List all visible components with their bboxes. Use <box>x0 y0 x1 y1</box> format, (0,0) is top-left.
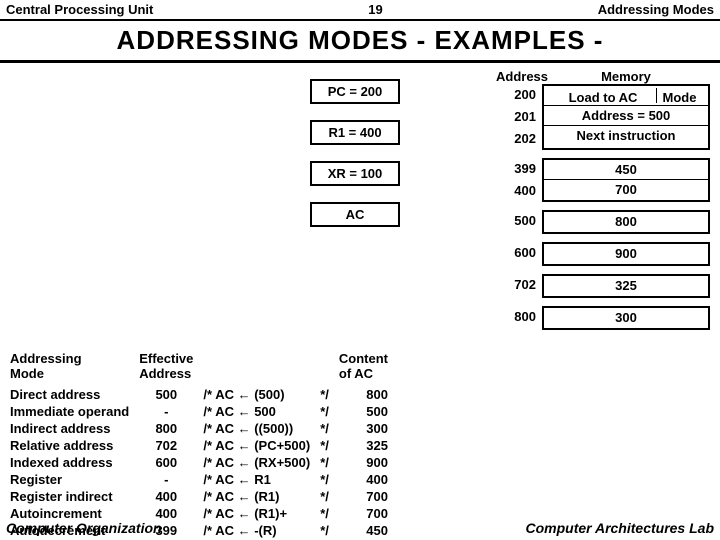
cell-calc: /* AC ← R1 <box>203 472 318 487</box>
cell-mode: Immediate operand <box>10 404 137 419</box>
pc-register: PC = 200 <box>310 79 400 104</box>
cell-content: 900 <box>339 455 396 470</box>
memory-cell: Load to ACMode <box>544 86 708 106</box>
cell-mode: Indexed address <box>10 455 137 470</box>
memory-cell: 325 <box>544 276 708 296</box>
slide-title: ADDRESSING MODES - EXAMPLES - <box>0 25 720 56</box>
cell-calc: /* AC ← 500 <box>203 404 318 419</box>
cell-end: */ <box>320 387 337 402</box>
memory-cell: Next instruction <box>544 126 708 146</box>
slide-header: Central Processing Unit 19 Addressing Mo… <box>0 0 720 17</box>
cell-end: */ <box>320 455 337 470</box>
table-row: Indirect address800/* AC ← ((500))*/300 <box>10 421 396 436</box>
header-right: Addressing Modes <box>598 2 714 17</box>
cell-content: 300 <box>339 421 396 436</box>
cell-eff: 800 <box>139 421 201 436</box>
slide-body: PC = 200 R1 = 400 XR = 100 AC Address Me… <box>0 69 720 499</box>
table-row: Register indirect400/* AC ← (R1)*/700 <box>10 489 396 504</box>
cell-mode: Register indirect <box>10 489 137 504</box>
cell-end: */ <box>320 404 337 419</box>
footer-left: Computer Organization <box>6 520 162 536</box>
table-row: Indexed address600/* AC ← (RX+500)*/900 <box>10 455 396 470</box>
cell-calc: /* AC ← (R1) <box>203 489 318 504</box>
memory-cell: Address = 500 <box>544 106 708 126</box>
memory-address: 202 <box>496 128 536 150</box>
cell-end: */ <box>320 472 337 487</box>
cell-eff: 500 <box>139 387 201 402</box>
memory-header: Memory <box>542 69 710 84</box>
col-mode: Addressing Mode <box>10 351 137 385</box>
cell-end: */ <box>320 506 337 521</box>
divider <box>0 19 720 21</box>
cell-mode: Relative address <box>10 438 137 453</box>
memory-address: 702 <box>496 274 536 296</box>
col-effective: Effective Address <box>139 351 201 385</box>
cell-eff: 400 <box>139 506 201 521</box>
cell-calc: /* AC ← (R1)+ <box>203 506 318 521</box>
cell-mode: Register <box>10 472 137 487</box>
table-row: Autoincrement400/* AC ← (R1)+*/700 <box>10 506 396 521</box>
memory-cell: 700 <box>544 180 708 200</box>
memory-address: 500 <box>496 210 536 232</box>
register-column: PC = 200 R1 = 400 XR = 100 AC <box>310 79 400 243</box>
cell-mode: Autoincrement <box>10 506 137 521</box>
memory-cell: 800 <box>544 212 708 232</box>
cell-mode: Direct address <box>10 387 137 402</box>
memory-address: 800 <box>496 306 536 328</box>
table-row: Register-/* AC ← R1*/400 <box>10 472 396 487</box>
cell-eff: 600 <box>139 455 201 470</box>
table-row: Immediate operand-/* AC ← 500*/500 <box>10 404 396 419</box>
xr-register: XR = 100 <box>310 161 400 186</box>
page-number: 19 <box>368 2 382 17</box>
cell-eff: 400 <box>139 489 201 504</box>
cell-end: */ <box>320 421 337 436</box>
cell-mode: Indirect address <box>10 421 137 436</box>
memory-cell: 450 <box>544 160 708 180</box>
col-content: Content of AC <box>339 351 396 385</box>
memory-address: 399 <box>496 158 536 180</box>
memory-address: 600 <box>496 242 536 264</box>
r1-register: R1 = 400 <box>310 120 400 145</box>
cell-content: 500 <box>339 404 396 419</box>
cell-content: 700 <box>339 506 396 521</box>
memory-address: 400 <box>496 180 536 202</box>
cell-eff: 702 <box>139 438 201 453</box>
memory-cell: 300 <box>544 308 708 328</box>
cell-end: */ <box>320 489 337 504</box>
memory-address: 201 <box>496 106 536 128</box>
cell-calc: /* AC ← (500) <box>203 387 318 402</box>
cell-calc: /* AC ← (RX+500) <box>203 455 318 470</box>
table-row: Direct address500/* AC ← (500)*/800 <box>10 387 396 402</box>
cell-content: 325 <box>339 438 396 453</box>
cell-calc: /* AC ← ((500)) <box>203 421 318 436</box>
cell-content: 800 <box>339 387 396 402</box>
footer-right: Computer Architectures Lab <box>525 520 714 536</box>
cell-eff: - <box>139 472 201 487</box>
cell-calc: /* AC ← (PC+500) <box>203 438 318 453</box>
memory-cell: 900 <box>544 244 708 264</box>
memory-address: 200 <box>496 84 536 106</box>
slide-footer: Computer Organization Computer Architect… <box>6 520 714 536</box>
cell-eff: - <box>139 404 201 419</box>
address-header: Address <box>496 69 536 84</box>
cell-content: 400 <box>339 472 396 487</box>
ac-register: AC <box>310 202 400 227</box>
table-row: Relative address702/* AC ← (PC+500)*/325 <box>10 438 396 453</box>
cell-end: */ <box>320 438 337 453</box>
memory-diagram: Address Memory 200201202 Load to ACModeAd… <box>496 69 710 330</box>
header-left: Central Processing Unit <box>6 2 153 17</box>
addressing-modes-table: Addressing Mode Effective Address Conten… <box>8 349 398 540</box>
divider <box>0 60 720 63</box>
cell-content: 700 <box>339 489 396 504</box>
